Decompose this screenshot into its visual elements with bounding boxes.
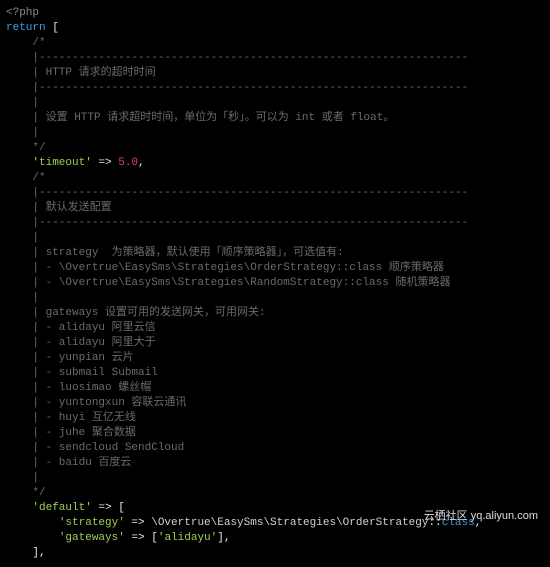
key-default: 'default': [32, 502, 91, 514]
comment-line: | - juhe 聚合数据: [6, 427, 136, 439]
comment-line: |---------------------------------------…: [6, 82, 468, 94]
indent: [6, 502, 32, 514]
comma: ,: [138, 157, 145, 169]
comment-line: /*: [6, 172, 46, 184]
indent: [6, 532, 59, 544]
php-open-tag: <?php: [6, 7, 39, 19]
comment-line: |: [6, 292, 39, 304]
comment-line: | - baidu 百度云: [6, 457, 131, 469]
comment-line: | - submail Submail: [6, 367, 158, 379]
comment-line: | - \Overtrue\EasySms\Strategies\RandomS…: [6, 277, 450, 289]
comment-line: |---------------------------------------…: [6, 187, 468, 199]
comment-line: | - alidayu 阿里大于: [6, 337, 156, 349]
arrow: =>: [92, 157, 118, 169]
key-gateways: 'gateways': [59, 532, 125, 544]
indent: [6, 517, 59, 529]
comment-line: | HTTP 请求的超时时间: [6, 67, 156, 79]
comment-line: |---------------------------------------…: [6, 217, 468, 229]
arrow-bracket: => [: [125, 532, 158, 544]
comment-line: | - yuntongxun 容联云通讯: [6, 397, 186, 409]
comment-line: |: [6, 232, 39, 244]
arrow: =>: [125, 517, 151, 529]
comment-line: | - yunpian 云片: [6, 352, 134, 364]
comment-line: | - sendcloud SendCloud: [6, 442, 184, 454]
comment-line: | strategy 为策略器，默认使用「顺序策略器」，可选值有:: [6, 247, 344, 259]
comment-line: | 默认发送配置: [6, 202, 112, 214]
value-timeout: 5.0: [118, 157, 138, 169]
key-timeout: 'timeout': [32, 157, 91, 169]
namespace: \Overtrue\EasySms\Strategies\OrderStrate…: [151, 517, 428, 529]
comment-line: |: [6, 127, 39, 139]
code-block: <?php return [ /* |---------------------…: [6, 6, 544, 561]
arrow-bracket: => [: [92, 502, 125, 514]
comment-line: /*: [6, 37, 46, 49]
comment-line: | - \Overtrue\EasySms\Strategies\OrderSt…: [6, 262, 444, 274]
keyword-return: return: [6, 22, 46, 34]
comment-line: |: [6, 472, 39, 484]
comment-line: | - luosimao 螺丝帽: [6, 382, 151, 394]
indent: [6, 157, 32, 169]
bracket-close: ],: [6, 547, 46, 559]
comment-line: |: [6, 97, 39, 109]
comment-line: | - huyi 互亿无线: [6, 412, 136, 424]
comment-line: */: [6, 487, 46, 499]
comment-line: | - alidayu 阿里云信: [6, 322, 156, 334]
comment-line: | 设置 HTTP 请求超时时间，单位为「秒」。可以为 int 或者 float…: [6, 112, 394, 124]
bracket-open: [: [46, 22, 59, 34]
watermark: 云栖社区 yq.aliyun.com: [424, 509, 538, 524]
comment-line: */: [6, 142, 46, 154]
comment-line: |---------------------------------------…: [6, 52, 468, 64]
value-alidayu: 'alidayu': [158, 532, 217, 544]
key-strategy: 'strategy': [59, 517, 125, 529]
brackets-close: ],: [217, 532, 230, 544]
comment-line: | gateways 设置可用的发送网关，可用网关:: [6, 307, 266, 319]
